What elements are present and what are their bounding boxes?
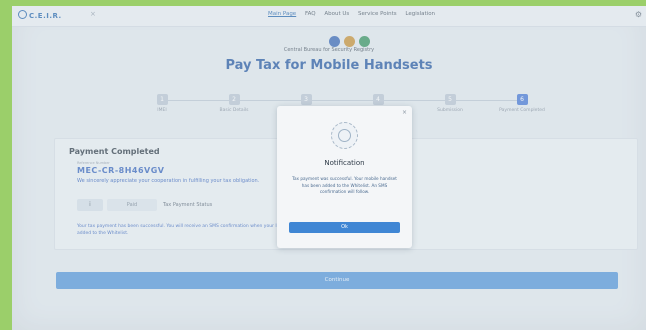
ok-button[interactable]: Ok: [289, 222, 400, 233]
notification-icon-inner: [338, 129, 351, 142]
modal-message: Tax payment was successful. Your mobile …: [292, 176, 397, 194]
notification-modal: × Notification Tax payment was successfu…: [277, 106, 412, 248]
browser-screen: C.E.I.R. × Main Page FAQ About Us Servic…: [12, 6, 646, 330]
modal-close-icon[interactable]: ×: [402, 109, 407, 116]
modal-title: Notification: [324, 159, 365, 167]
notification-icon: [331, 122, 358, 149]
